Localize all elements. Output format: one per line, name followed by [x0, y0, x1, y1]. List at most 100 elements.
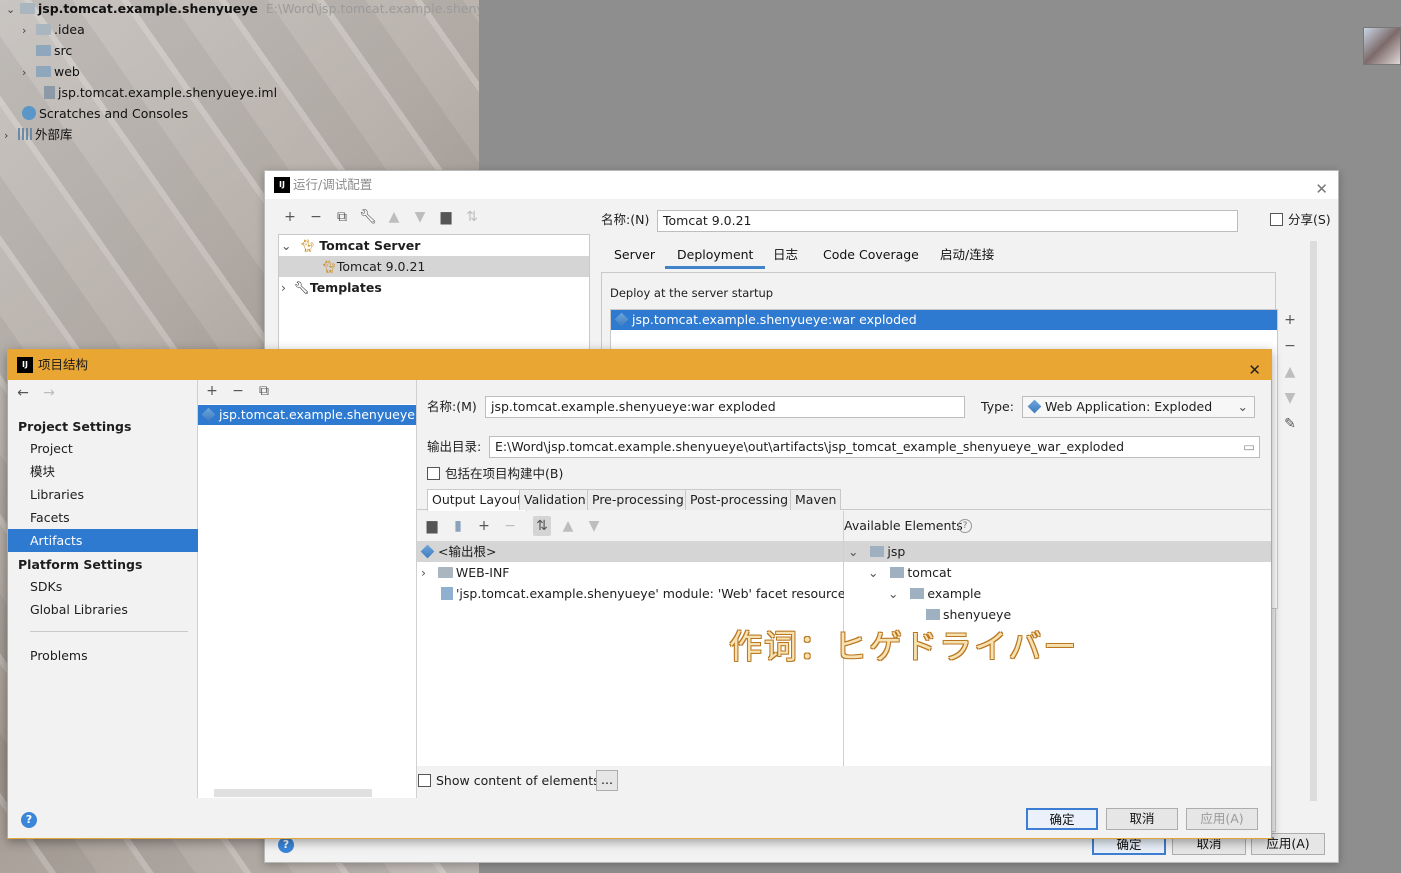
folder-browse-icon[interactable]: ▭ — [1241, 437, 1255, 457]
sort-icon[interactable]: ⇅ — [463, 209, 481, 225]
checkbox-box[interactable] — [418, 774, 431, 787]
nav-item-problems[interactable]: Problems — [8, 644, 198, 667]
output-dir-input[interactable]: E:\Word\jsp.tomcat.example.shenyueye\out… — [489, 436, 1260, 458]
tab-maven[interactable]: Maven — [790, 489, 842, 510]
tab-output-layout[interactable]: Output Layout — [427, 489, 527, 511]
layout-row-web-inf[interactable]: › WEB-INF — [421, 562, 510, 583]
package-icon — [926, 609, 940, 620]
deploy-heading: Deploy at the server startup — [610, 286, 774, 300]
nav-item-project[interactable]: Project — [8, 437, 198, 460]
add-icon[interactable]: + — [475, 518, 493, 534]
avail-row-tomcat[interactable]: ⌄ tomcat — [868, 562, 952, 583]
checkbox-box[interactable] — [427, 467, 440, 480]
package-icon — [910, 588, 925, 599]
module-icon — [870, 546, 885, 557]
file-icon — [44, 86, 55, 99]
tree-item-scratches[interactable]: Scratches and Consoles — [22, 103, 188, 124]
deploy-down-icon[interactable]: ▼ — [1281, 390, 1299, 406]
back-arrow-icon[interactable]: ← — [14, 385, 32, 401]
avail-row-jsp[interactable]: ⌄ jsp — [844, 541, 1271, 562]
show-content-checkbox[interactable]: Show content of elements — [418, 770, 600, 792]
scrollbar[interactable] — [1310, 241, 1317, 801]
create-directory-icon[interactable]: ▆ — [423, 518, 441, 534]
move-down-icon[interactable]: ▼ — [585, 518, 603, 534]
close-icon[interactable]: ✕ — [1315, 175, 1328, 203]
move-up-icon[interactable]: ▲ — [385, 209, 403, 225]
nav-item-facets[interactable]: Facets — [8, 506, 198, 529]
config-tree: ⌄ 🐈︎ Tomcat Server 🐈︎Tomcat 9.0.21 › 🔧︎T… — [278, 234, 590, 354]
apply-button[interactable]: 应用(A) — [1186, 808, 1258, 830]
output-dir-label: 输出目录: — [427, 439, 482, 454]
tab-pre-processing[interactable]: Pre-processing — [587, 489, 689, 510]
deploy-remove-icon[interactable]: − — [1281, 338, 1299, 354]
folder-icon — [36, 45, 51, 56]
help-icon[interactable]: ? — [958, 519, 972, 533]
available-elements-label: Available Elements — [844, 518, 963, 533]
move-down-icon[interactable]: ▼ — [411, 209, 429, 225]
tree-tomcat-server[interactable]: ⌄ 🐈︎ Tomcat Server — [281, 235, 589, 256]
help-icon[interactable]: ? — [21, 812, 37, 828]
deploy-up-icon[interactable]: ▲ — [1281, 364, 1299, 380]
tab-post-processing[interactable]: Post-processing — [685, 489, 794, 510]
tree-item-src[interactable]: src — [36, 40, 72, 61]
checkbox-box[interactable] — [1270, 213, 1283, 226]
help-icon[interactable]: ? — [278, 837, 294, 853]
nav-item-libraries[interactable]: Libraries — [8, 483, 198, 506]
ok-button[interactable]: 确定 — [1026, 808, 1098, 830]
share-checkbox[interactable]: 分享(S) — [1270, 209, 1331, 231]
layout-toolbar: ▆ ▮ + − ⇅ ▲ ▼ — [417, 511, 843, 541]
layout-row-facet-resources[interactable]: 'jsp.tomcat.example.shenyueye' module: '… — [441, 583, 852, 604]
config-name-input[interactable]: Tomcat 9.0.21 — [657, 210, 1238, 232]
tree-item-external-libs[interactable]: › 外部库 — [4, 124, 73, 145]
remove-icon[interactable]: − — [307, 209, 325, 225]
move-up-icon[interactable]: ▲ — [559, 518, 577, 534]
intellij-icon: IJ — [17, 357, 33, 373]
horizontal-scrollbar[interactable] — [214, 789, 372, 797]
deploy-edit-icon[interactable]: ✎ — [1281, 416, 1299, 432]
tab-logs[interactable]: 日志 — [773, 241, 798, 269]
artifact-name-input[interactable]: jsp.tomcat.example.shenyueye:war explode… — [485, 396, 965, 418]
deploy-add-icon[interactable]: + — [1281, 312, 1299, 328]
folder-icon — [437, 567, 453, 578]
folder-icon — [36, 24, 51, 35]
nav-item-artifacts[interactable]: Artifacts — [8, 529, 198, 552]
tree-item-web[interactable]: › web — [22, 61, 80, 82]
forward-arrow-icon[interactable]: → — [40, 385, 58, 401]
remove-icon[interactable]: − — [501, 518, 519, 534]
add-icon[interactable]: + — [281, 209, 299, 225]
scratches-icon — [22, 106, 36, 120]
deploy-list-item[interactable]: jsp.tomcat.example.shenyueye:war explode… — [611, 310, 1277, 330]
tree-item-idea[interactable]: › .idea — [22, 19, 85, 40]
nav-item-sdks[interactable]: SDKs — [8, 575, 198, 598]
type-select[interactable]: Web Application: Exploded ⌄ — [1022, 396, 1255, 418]
include-in-build-checkbox[interactable]: 包括在项目构建中(B) — [427, 463, 563, 485]
cancel-button[interactable]: 取消 — [1106, 808, 1178, 830]
sort-icon[interactable]: ⇅ — [533, 516, 551, 536]
nav-item-global-libraries[interactable]: Global Libraries — [8, 598, 198, 621]
tab-startup[interactable]: 启动/连接 — [940, 241, 994, 269]
remove-icon[interactable]: − — [229, 383, 247, 399]
tab-validation[interactable]: Validation — [519, 489, 591, 510]
tree-templates[interactable]: › 🔧︎Templates — [281, 277, 382, 298]
tab-deployment[interactable]: Deployment — [665, 241, 766, 269]
copy-icon[interactable]: ⧉ — [255, 383, 273, 399]
add-icon[interactable]: + — [203, 383, 221, 399]
nav-header-platform-settings: Platform Settings — [18, 557, 143, 572]
artifact-list-item[interactable]: jsp.tomcat.example.shenyueye:war — [198, 405, 416, 425]
avail-row-example[interactable]: ⌄ example — [888, 583, 981, 604]
avatar — [1363, 27, 1401, 65]
nav-item-modules[interactable]: 模块 — [8, 460, 198, 483]
intellij-icon: IJ — [274, 177, 290, 193]
copy-icon[interactable]: ⧉ — [333, 209, 351, 225]
wrench-icon[interactable]: 🔧︎ — [359, 209, 377, 225]
output-root-row[interactable]: <输出根> — [417, 541, 843, 562]
project-path: E:\Word\jsp.tomcat.example.shenyueye — [265, 1, 515, 16]
tree-tomcat-config[interactable]: 🐈︎Tomcat 9.0.21 — [279, 256, 589, 277]
tab-code-coverage[interactable]: Code Coverage — [823, 241, 919, 269]
folder-add-icon[interactable]: ▆ — [437, 209, 455, 225]
archive-icon[interactable]: ▮ — [449, 518, 467, 534]
tree-item-iml[interactable]: jsp.tomcat.example.shenyueye.iml — [44, 82, 277, 103]
tree-root-project[interactable]: ⌄ jsp.tomcat.example.shenyueye E:\Word\js… — [6, 0, 515, 19]
tab-server[interactable]: Server — [614, 241, 655, 269]
show-content-options-button[interactable]: ... — [596, 770, 618, 791]
